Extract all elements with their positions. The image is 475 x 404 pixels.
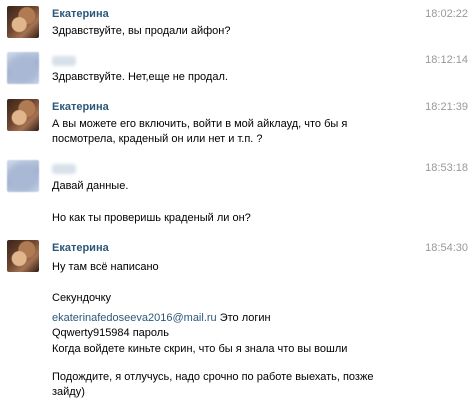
- sender-avatar[interactable]: [7, 160, 39, 192]
- sender-avatar[interactable]: [7, 99, 39, 131]
- message-time: 18:02:22: [425, 8, 468, 20]
- message-text: Qqwerty915984 пароль: [52, 327, 169, 339]
- message-text: Здравствуйте. Нет,еще не продал.: [52, 71, 228, 83]
- message-item: Екатерина 18:21:39 А вы можете его включ…: [0, 99, 475, 151]
- message-time: 18:53:18: [425, 162, 468, 174]
- chat-history: Екатерина 18:02:22 Здравствуйте, вы прод…: [0, 0, 475, 404]
- sender-avatar[interactable]: [7, 52, 39, 84]
- message-text: А вы можете его включить, войти в мой ай…: [52, 118, 348, 130]
- message-text: Давай данные.: [52, 180, 129, 192]
- message-time: 18:12:14: [425, 54, 468, 66]
- message-text: посмотрела, краденый он или нет и т.п. ?: [52, 133, 263, 145]
- message-text: ekaterinafedoseeva2016@mail.ru Это логин: [52, 312, 271, 324]
- message-item: 18:53:18 Давай данные. Но как ты провери…: [0, 160, 475, 230]
- message-text: Здравствуйте, вы продали айфон?: [52, 25, 231, 37]
- message-time: 18:54:30: [425, 242, 468, 254]
- message-text: зайду): [52, 386, 85, 398]
- message-text: Секундочку: [52, 292, 112, 304]
- message-time: 18:21:39: [425, 101, 468, 113]
- message-text: Подождите, я отлучусь, надо срочно по ра…: [52, 371, 374, 383]
- message-item: Екатерина 18:02:22 Здравствуйте, вы прод…: [0, 6, 475, 44]
- message-text: Но как ты проверишь краденый ли он?: [52, 212, 251, 224]
- sender-avatar[interactable]: [7, 240, 39, 272]
- message-text: Ну там всё написано: [52, 261, 159, 273]
- sender-avatar[interactable]: [7, 6, 39, 38]
- sender-name[interactable]: Екатерина: [52, 242, 109, 254]
- message-item: 18:12:14 Здравствуйте. Нет,еще не продал…: [0, 52, 475, 90]
- email-link[interactable]: ekaterinafedoseeva2016@mail.ru: [52, 312, 217, 324]
- sender-name[interactable]: [52, 164, 76, 174]
- sender-name[interactable]: Екатерина: [52, 8, 109, 20]
- sender-name[interactable]: Екатерина: [52, 101, 109, 113]
- sender-name[interactable]: [52, 56, 76, 66]
- message-text-suffix: Это логин: [219, 312, 271, 324]
- message-item: Екатерина 18:54:30 Ну там всё написано С…: [0, 240, 475, 400]
- message-text: Когда войдете киньте скрин, что бы я зна…: [52, 343, 348, 355]
